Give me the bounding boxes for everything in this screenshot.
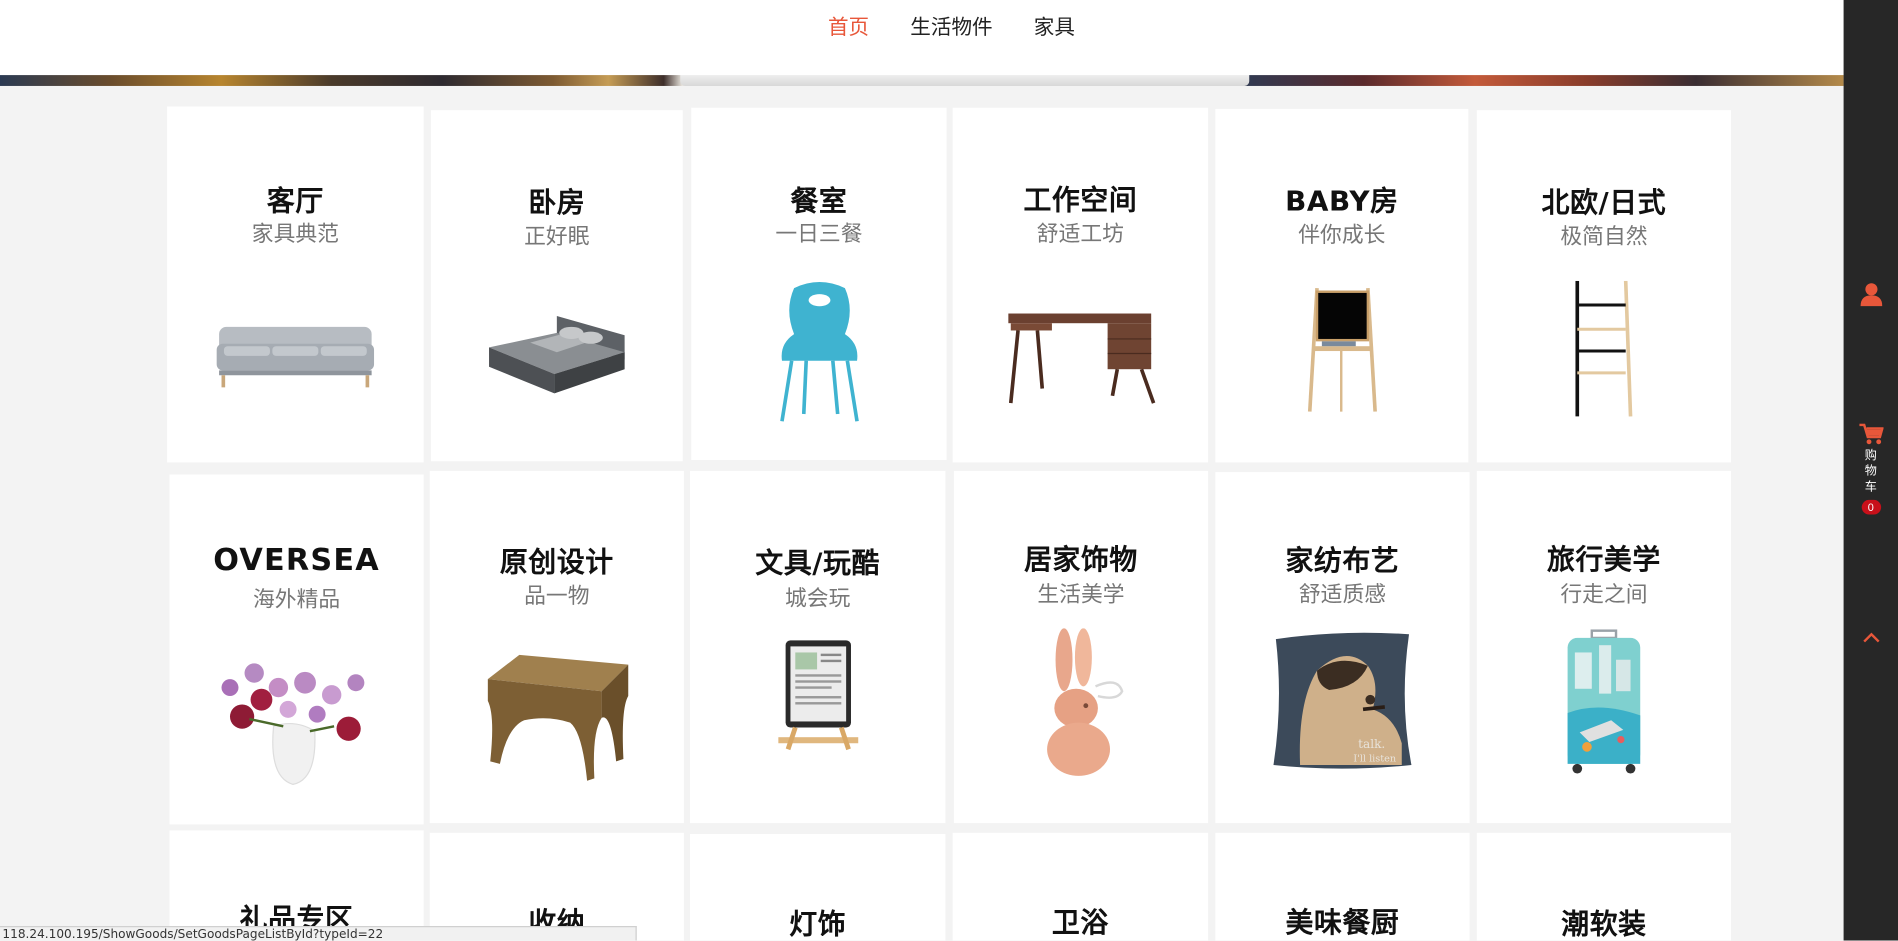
category-card-storage[interactable]: 收纳 <box>429 832 684 941</box>
category-title: 卧房 <box>528 187 586 220</box>
category-card-stationery[interactable]: 文具/玩酷 城会玩 <box>689 470 946 824</box>
nav-living-goods[interactable]: 生活物件 <box>910 15 992 42</box>
pillow-icon: talk. I'll listen <box>1215 629 1469 772</box>
category-title: 卫浴 <box>1051 907 1109 940</box>
category-title: 客厅 <box>266 186 324 218</box>
right-sidebar: 购物车 0 <box>1843 0 1898 941</box>
category-title: 美味餐厨 <box>1285 907 1400 940</box>
category-card-lighting[interactable]: 灯饰 <box>689 834 946 941</box>
category-subtitle: 伴你成长 <box>1298 222 1386 249</box>
category-title: OVERSEA <box>213 542 380 578</box>
category-card-workspace[interactable]: 工作空间 舒适工坊 <box>952 107 1209 463</box>
ladder-rack-icon <box>1477 280 1731 419</box>
category-title: 旅行美学 <box>1547 544 1661 577</box>
category-subtitle: 一日三餐 <box>775 221 863 247</box>
category-subtitle: 舒适工坊 <box>1036 221 1124 247</box>
category-card-kitchen[interactable]: 美味餐厨 <box>1215 832 1470 941</box>
page: 首页 生活物件 家具 客厅 家具典范 卧房 正好眠 餐室 一日三餐 工作空间 舒… <box>0 0 1898 941</box>
banner-image-strip <box>0 75 1844 86</box>
category-title: 工作空间 <box>1023 185 1138 217</box>
category-subtitle: 家具典范 <box>251 221 339 247</box>
category-subtitle: 海外精品 <box>252 587 341 613</box>
category-card-gifts[interactable]: 礼品专区 <box>169 830 424 941</box>
category-title: BABY房 <box>1285 186 1399 218</box>
rabbit-ornament-icon <box>954 628 1208 778</box>
category-subtitle: 城会玩 <box>785 585 851 612</box>
side-table-icon <box>430 652 684 785</box>
pillow-text-line1: talk. <box>1358 737 1385 751</box>
category-card-home-textiles[interactable]: 家纺布艺 舒适质感 talk. I'll listen <box>1215 472 1470 824</box>
category-card-bedroom[interactable]: 卧房 正好眠 <box>430 110 683 462</box>
category-card-home-decor[interactable]: 居家饰物 生活美学 <box>953 470 1209 824</box>
cart-button[interactable]: 购物车 0 <box>1844 423 1898 517</box>
category-card-bathroom[interactable]: 卫浴 <box>952 832 1209 941</box>
category-subtitle: 舒适质感 <box>1298 582 1387 608</box>
category-subtitle: 行走之间 <box>1560 582 1648 608</box>
category-card-soft-furnishing[interactable]: 潮软装 <box>1476 832 1732 941</box>
back-to-top-icon[interactable] <box>1862 629 1881 644</box>
desk-icon <box>953 309 1208 408</box>
category-title: 原创设计 <box>499 547 614 579</box>
nav-furniture[interactable]: 家具 <box>1034 15 1075 42</box>
category-title: 潮软装 <box>1561 909 1647 941</box>
category-title: 餐室 <box>790 186 848 218</box>
category-card-travel[interactable]: 旅行美学 行走之间 <box>1476 470 1732 824</box>
user-icon[interactable] <box>1860 282 1883 307</box>
category-title: 居家饰物 <box>1024 544 1138 577</box>
easel-board-icon <box>1215 286 1468 414</box>
category-card-baby-room[interactable]: BABY房 伴你成长 <box>1215 108 1469 463</box>
banner-shadow <box>680 75 1250 86</box>
category-subtitle: 品一物 <box>524 583 590 609</box>
tablet-stand-icon <box>690 638 945 754</box>
bed-icon <box>431 306 683 398</box>
category-title: 文具/玩酷 <box>755 548 880 580</box>
category-title: 家纺布艺 <box>1285 545 1400 578</box>
category-card-nordic-japanese[interactable]: 北欧/日式 极简自然 <box>1476 110 1732 463</box>
suitcase-icon <box>1477 628 1731 778</box>
category-title: 北欧/日式 <box>1541 187 1667 220</box>
shopping-cart-icon <box>1858 423 1883 445</box>
cart-label: 购物车 <box>1864 449 1877 494</box>
category-subtitle: 正好眠 <box>524 223 590 250</box>
cart-count-badge: 0 <box>1861 499 1881 515</box>
category-title: 灯饰 <box>789 909 847 941</box>
pillow-text-line2: I'll listen <box>1353 753 1396 764</box>
category-card-dining-room[interactable]: 餐室 一日三餐 <box>691 107 947 460</box>
category-subtitle: 生活美学 <box>1037 582 1125 608</box>
browser-status-url: 118.24.100.195/ShowGoods/SetGoodsPageLis… <box>0 926 637 941</box>
category-card-oversea[interactable]: OVERSEA 海外精品 <box>169 474 424 825</box>
top-nav-bar: 首页 生活物件 家具 <box>0 0 1844 76</box>
category-subtitle: 极简自然 <box>1560 223 1648 250</box>
category-card-original-design[interactable]: 原创设计 品一物 <box>429 470 684 824</box>
nav-home[interactable]: 首页 <box>828 15 869 42</box>
chair-icon <box>691 281 946 426</box>
category-card-living-room[interactable]: 客厅 家具典范 <box>167 106 424 463</box>
sofa-icon <box>167 322 424 390</box>
flower-vase-icon <box>169 646 423 786</box>
main-nav: 首页 生活物件 家具 <box>828 15 1116 42</box>
